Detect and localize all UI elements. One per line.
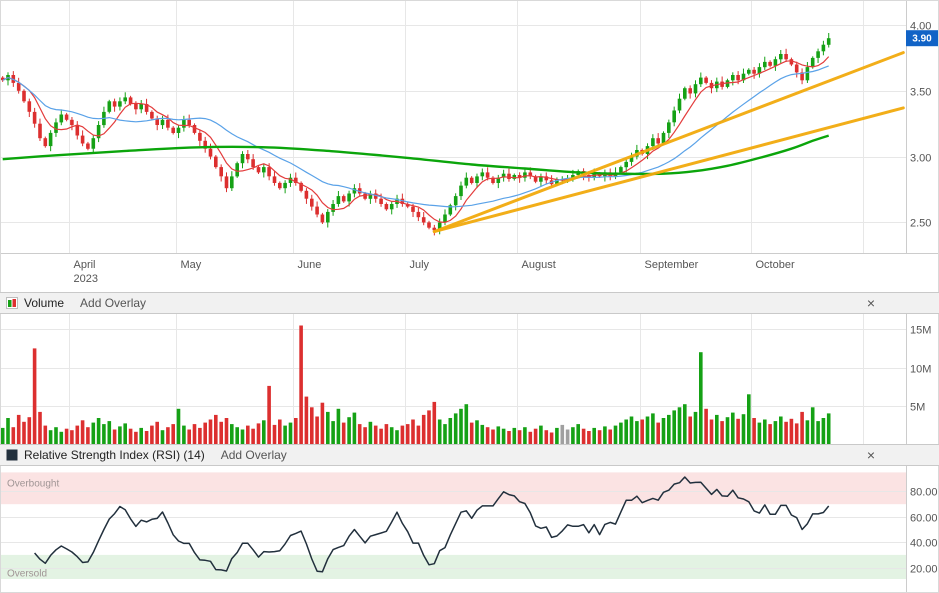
volume-panel-header: Volume Add Overlay × (0, 292, 939, 314)
price-chart[interactable]: 4.003.503.002.50April2023MayJuneJulyAugu… (0, 0, 939, 292)
volume-add-overlay-link[interactable]: Add Overlay (80, 296, 146, 310)
rsi-panel-header: Relative Strength Index (RSI) (14) Add O… (0, 444, 939, 466)
rsi-axis-label: 60.00 (910, 513, 938, 525)
last-price-tag-value: 3.90 (912, 34, 932, 45)
rsi-axis-label: 40.00 (910, 538, 938, 550)
volume-chart[interactable]: 15M 10M 5M (0, 314, 939, 444)
volume-bars-layer (1, 326, 831, 445)
x-axis-month-label: May (181, 259, 202, 271)
price-axis-label: 2.50 (910, 218, 931, 230)
rsi-swatch-icon (6, 449, 18, 461)
volume-axis-label: 15M (910, 325, 931, 337)
oversold-label: Oversold (7, 569, 47, 580)
trendline-1[interactable] (434, 53, 903, 232)
ma-long-line (3, 136, 829, 174)
x-axis-month-label: April (74, 259, 96, 271)
rsi-legend-icon (6, 449, 18, 461)
volume-panel-title: Volume (24, 296, 64, 310)
x-axis-month-label: June (298, 259, 322, 271)
x-axis-month-label: September (645, 259, 699, 271)
oversold-band (0, 555, 906, 579)
x-axis-month-label: August (522, 259, 556, 271)
x-axis-year-label: 2023 (74, 273, 98, 285)
rsi-panel-title: Relative Strength Index (RSI) (14) (24, 448, 205, 462)
rsi-axis-label: 80.00 (910, 487, 938, 499)
volume-panel-close-button[interactable]: × (867, 293, 875, 313)
x-axis-month-label: October (756, 259, 795, 271)
volume-bars-icon (6, 297, 18, 309)
rsi-chart[interactable]: 80.00 60.00 40.00 20.00 Overbought Oversold (0, 466, 939, 593)
ma-slow-line (3, 66, 829, 207)
rsi-add-overlay-link[interactable]: Add Overlay (221, 448, 287, 462)
overbought-label: Overbought (7, 478, 59, 489)
x-axis-month-label: July (410, 259, 430, 271)
stock-chart-widget: 4.003.503.002.50April2023MayJuneJulyAugu… (0, 0, 939, 593)
overbought-band (0, 472, 906, 504)
rsi-panel-close-button[interactable]: × (867, 445, 875, 465)
volume-legend-icon (6, 297, 18, 309)
price-axis-label: 3.00 (910, 153, 931, 165)
volume-axis-label: 10M (910, 364, 931, 376)
volume-axis-label: 5M (910, 402, 925, 414)
price-axis-label: 3.50 (910, 87, 931, 99)
rsi-axis-label: 20.00 (910, 564, 938, 576)
